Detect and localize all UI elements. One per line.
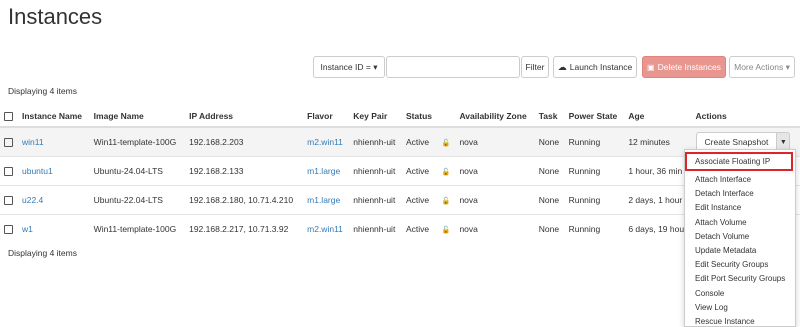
image-name: Ubuntu-24.04-LTS — [89, 156, 186, 186]
instance-name-link[interactable]: u22.4 — [22, 195, 43, 205]
lock-icon: 🔓 — [441, 198, 451, 205]
age: 12 minutes — [624, 126, 692, 157]
trash-icon: ▣ — [647, 62, 655, 72]
ip-address: 192.168.2.217, 10.71.3.92 — [185, 214, 304, 243]
column-header-instance-name[interactable]: Instance Name — [18, 106, 90, 128]
availability-zone: nova — [455, 156, 535, 186]
flavor-link[interactable]: m1.large — [307, 195, 340, 205]
instance-name-link[interactable]: ubuntu1 — [22, 166, 53, 176]
menu-item-edit-instance[interactable]: Edit Instance — [685, 201, 795, 215]
menu-item-view-log[interactable]: View Log — [685, 301, 795, 315]
flavor-link[interactable]: m2.win11 — [307, 224, 343, 234]
status: Active — [402, 214, 438, 243]
column-header-image-name[interactable]: Image Name — [89, 106, 186, 128]
image-name: Win11-template-100G — [89, 126, 186, 157]
power-state: Running — [564, 156, 625, 186]
menu-item-attach-interface[interactable]: Attach Interface — [685, 173, 795, 187]
column-header-power-state[interactable]: Power State — [564, 106, 625, 128]
more-actions-button[interactable]: More Actions ▾ — [729, 56, 795, 78]
task: None — [534, 156, 565, 186]
availability-zone: nova — [455, 126, 535, 157]
instances-table: Instance Name Image Name IP Address Flav… — [0, 106, 800, 243]
age: 1 hour, 36 min — [624, 156, 692, 186]
image-name: Win11-template-100G — [89, 214, 186, 243]
table-row: ubuntu1 Ubuntu-24.04-LTS 192.168.2.133 m… — [0, 156, 800, 186]
power-state: Running — [564, 214, 625, 243]
ip-address: 192.168.2.203 — [185, 126, 304, 157]
menu-item-edit-port-security-groups[interactable]: Edit Port Security Groups — [685, 272, 795, 286]
filter-field-select[interactable]: Instance ID = ▾ — [313, 56, 385, 78]
menu-item-attach-volume[interactable]: Attach Volume — [685, 216, 795, 230]
task: None — [534, 214, 565, 243]
row-checkbox[interactable] — [4, 167, 13, 177]
menu-item-console[interactable]: Console — [685, 287, 795, 301]
table-row: win11 Win11-template-100G 192.168.2.203 … — [0, 126, 800, 157]
menu-item-rescue-instance[interactable]: Rescue Instance — [685, 315, 795, 326]
column-header-flavor[interactable]: Flavor — [303, 106, 350, 128]
table-row: w1 Win11-template-100G 192.168.2.217, 10… — [0, 214, 800, 243]
column-header-key-pair[interactable]: Key Pair — [349, 106, 403, 128]
caret-down-icon: ▼ — [779, 138, 787, 146]
flavor-link[interactable]: m2.win11 — [307, 137, 343, 147]
menu-item-associate-floating-ip[interactable]: Associate Floating IP — [685, 152, 793, 171]
column-header-age[interactable]: Age — [624, 106, 692, 128]
row-checkbox[interactable] — [4, 225, 13, 235]
status: Active — [402, 126, 438, 157]
power-state: Running — [564, 126, 625, 157]
page-title: Instances — [8, 4, 103, 29]
launch-instance-label: Launch Instance — [569, 62, 633, 72]
row-checkbox[interactable] — [4, 196, 13, 206]
availability-zone: nova — [455, 214, 535, 243]
menu-item-edit-security-groups[interactable]: Edit Security Groups — [685, 258, 795, 272]
delete-instances-button[interactable]: ▣ Delete Instances — [642, 56, 726, 78]
availability-zone: nova — [455, 185, 535, 215]
task: None — [534, 185, 565, 215]
column-header-actions: Actions — [691, 106, 800, 128]
menu-item-detach-volume[interactable]: Detach Volume — [685, 230, 795, 244]
ip-address: 192.168.2.133 — [185, 156, 304, 186]
status: Active — [402, 185, 438, 215]
launch-instance-button[interactable]: ☁ Launch Instance — [553, 56, 637, 78]
filter-button[interactable]: Filter — [521, 56, 549, 78]
row-actions-menu: Associate Floating IP Attach Interface D… — [684, 149, 796, 327]
status: Active — [402, 156, 438, 186]
age: 6 days, 19 hou — [624, 214, 692, 243]
item-count-top: Displaying 4 items — [8, 86, 77, 96]
key-pair: nhiennh-uit — [349, 156, 403, 186]
power-state: Running — [564, 185, 625, 215]
lock-icon: 🔓 — [441, 169, 451, 176]
menu-item-detach-interface[interactable]: Detach Interface — [685, 187, 795, 201]
lock-icon: 🔓 — [441, 140, 451, 147]
row-checkbox[interactable] — [4, 138, 13, 148]
column-header-status[interactable]: Status — [402, 106, 438, 128]
column-header-ip-address[interactable]: IP Address — [185, 106, 304, 128]
delete-instances-label: Delete Instances — [657, 62, 721, 72]
filter-input[interactable] — [386, 56, 520, 78]
select-all-checkbox[interactable] — [4, 112, 13, 122]
table-row: u22.4 Ubuntu-22.04-LTS 192.168.2.180, 10… — [0, 185, 800, 215]
flavor-link[interactable]: m1.large — [307, 166, 340, 176]
task: None — [534, 126, 565, 157]
image-name: Ubuntu-22.04-LTS — [89, 185, 186, 215]
item-count-bottom: Displaying 4 items — [8, 248, 77, 258]
instance-name-link[interactable]: win11 — [22, 137, 44, 147]
key-pair: nhiennh-uit — [349, 126, 403, 157]
ip-address: 192.168.2.180, 10.71.4.210 — [185, 185, 304, 215]
age: 2 days, 1 hour — [624, 185, 692, 215]
key-pair: nhiennh-uit — [349, 214, 403, 243]
instance-name-link[interactable]: w1 — [22, 224, 33, 234]
column-header-availability-zone[interactable]: Availability Zone — [455, 106, 535, 128]
table-header-row: Instance Name Image Name IP Address Flav… — [0, 106, 800, 128]
cloud-upload-icon: ☁ — [557, 61, 567, 72]
lock-icon: 🔓 — [441, 227, 451, 234]
key-pair: nhiennh-uit — [349, 185, 403, 215]
menu-item-update-metadata[interactable]: Update Metadata — [685, 244, 795, 258]
column-header-task[interactable]: Task — [534, 106, 565, 128]
